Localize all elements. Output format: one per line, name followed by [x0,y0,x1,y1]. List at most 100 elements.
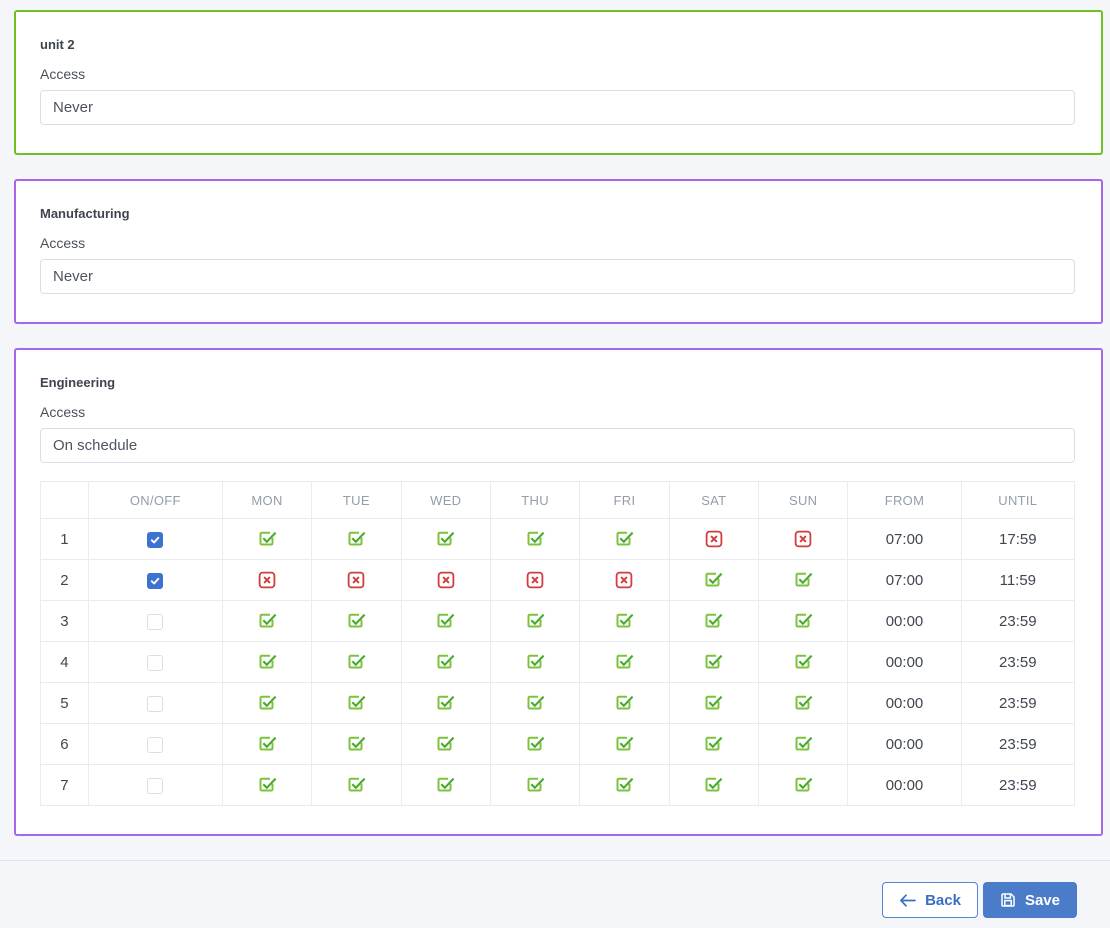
until-time[interactable]: 23:59 [960,641,1076,683]
day-enabled-icon[interactable] [614,775,635,795]
day-enabled-icon[interactable] [525,529,546,549]
day-enabled-icon[interactable] [793,652,814,672]
back-button[interactable]: Back [882,882,978,918]
save-button[interactable]: Save [982,882,1077,918]
day-enabled-icon[interactable] [703,693,724,713]
day-disabled-icon[interactable] [794,530,812,548]
day-enabled-icon[interactable] [525,693,546,713]
onoff-checkbox-unchecked[interactable] [147,654,164,671]
day-enabled-icon[interactable] [703,652,724,672]
from-time[interactable]: 00:00 [847,641,962,683]
until-time[interactable]: 23:59 [960,764,1076,806]
day-enabled-icon[interactable] [435,529,456,549]
day-enabled-icon[interactable] [614,529,635,549]
day-enabled-icon[interactable] [346,734,367,754]
day-enabled-icon[interactable] [793,611,814,631]
day-cell [311,518,402,560]
access-value: Never [53,268,94,285]
day-enabled-icon[interactable] [525,775,546,795]
day-cell [221,641,313,683]
from-time[interactable]: 07:00 [847,518,962,560]
day-cell [400,723,491,765]
day-enabled-icon[interactable] [346,652,367,672]
access-select-engineering[interactable]: On schedule [40,428,1075,463]
onoff-checkbox-unchecked[interactable] [147,777,164,794]
day-enabled-icon[interactable] [614,611,635,631]
onoff-checkbox-unchecked[interactable] [147,695,164,712]
day-cell [668,600,760,642]
until-time[interactable]: 23:59 [960,723,1076,765]
day-enabled-icon[interactable] [257,734,278,754]
day-disabled-icon[interactable] [615,571,633,589]
onoff-checkbox-unchecked[interactable] [147,736,164,753]
day-enabled-icon[interactable] [703,611,724,631]
day-cell [757,641,849,683]
arrow-left-icon [899,893,916,907]
day-enabled-icon[interactable] [793,775,814,795]
day-enabled-icon[interactable] [346,693,367,713]
day-enabled-icon[interactable] [257,611,278,631]
day-enabled-icon[interactable] [257,693,278,713]
day-enabled-icon[interactable] [346,775,367,795]
day-enabled-icon[interactable] [793,734,814,754]
until-time[interactable]: 11:59 [960,559,1076,601]
day-cell [579,682,670,724]
access-label: Access [40,66,86,82]
header-from: FROM [847,481,962,519]
schedule-row: 1 07:00 17:59 [40,518,1076,560]
access-select-manufacturing[interactable]: Never [40,259,1075,294]
day-disabled-icon[interactable] [437,571,455,589]
day-enabled-icon[interactable] [614,693,635,713]
page: unit 2 Access Never Manufacturing Access… [0,0,1110,928]
day-disabled-icon[interactable] [526,571,544,589]
day-disabled-icon[interactable] [347,571,365,589]
access-value: Never [53,99,94,116]
header-until: UNTIL [960,481,1076,519]
access-select-unit-2[interactable]: Never [40,90,1075,125]
onoff-cell [87,559,223,601]
onoff-checkbox-checked[interactable] [147,531,164,548]
day-enabled-icon[interactable] [525,652,546,672]
from-time[interactable]: 00:00 [847,682,962,724]
day-cell [221,600,313,642]
day-cell [311,682,402,724]
until-time[interactable]: 17:59 [960,518,1076,560]
day-enabled-icon[interactable] [435,693,456,713]
day-enabled-icon[interactable] [525,734,546,754]
day-cell [400,600,491,642]
until-time[interactable]: 23:59 [960,600,1076,642]
from-time[interactable]: 00:00 [847,600,962,642]
onoff-checkbox-checked[interactable] [147,572,164,589]
day-cell [221,682,313,724]
day-enabled-icon[interactable] [257,775,278,795]
day-enabled-icon[interactable] [614,734,635,754]
day-enabled-icon[interactable] [435,652,456,672]
day-disabled-icon[interactable] [258,571,276,589]
day-enabled-icon[interactable] [793,570,814,590]
from-time[interactable]: 00:00 [847,723,962,765]
day-enabled-icon[interactable] [703,570,724,590]
day-enabled-icon[interactable] [435,734,456,754]
day-enabled-icon[interactable] [257,529,278,549]
day-enabled-icon[interactable] [435,775,456,795]
day-enabled-icon[interactable] [346,529,367,549]
from-time[interactable]: 07:00 [847,559,962,601]
schedule-row: 7 00:00 23:59 [40,764,1076,806]
day-enabled-icon[interactable] [793,693,814,713]
day-enabled-icon[interactable] [614,652,635,672]
day-cell [400,764,491,806]
day-enabled-icon[interactable] [703,734,724,754]
day-disabled-icon[interactable] [705,530,723,548]
day-cell [668,764,760,806]
onoff-checkbox-unchecked[interactable] [147,613,164,630]
day-cell [400,559,491,601]
until-time[interactable]: 23:59 [960,682,1076,724]
day-enabled-icon[interactable] [257,652,278,672]
day-cell [579,518,670,560]
day-enabled-icon[interactable] [435,611,456,631]
from-time[interactable]: 00:00 [847,764,962,806]
day-enabled-icon[interactable] [346,611,367,631]
day-enabled-icon[interactable] [525,611,546,631]
day-cell [668,641,760,683]
day-enabled-icon[interactable] [703,775,724,795]
